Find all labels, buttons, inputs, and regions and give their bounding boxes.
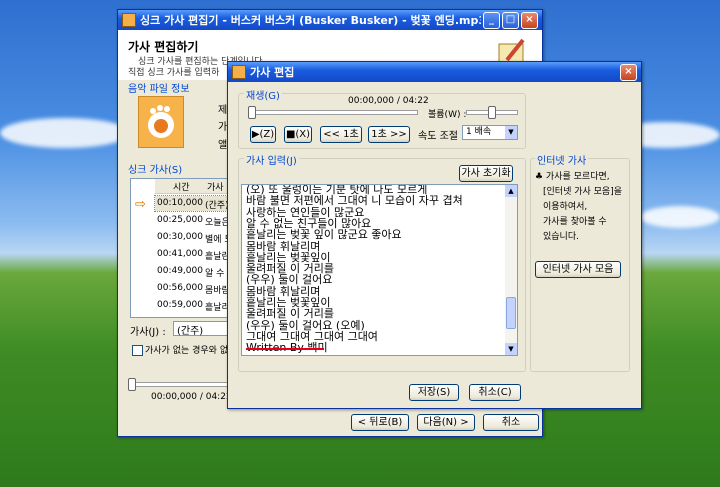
playback-time-readout: 00:00,000 / 04:22 [348, 96, 429, 106]
table-row[interactable]: 00:10,000 (간주) [154, 195, 232, 212]
row-time: 00:49,000 [157, 266, 203, 276]
time-readout: 00:00,000 / 04:22 [151, 392, 232, 402]
speed-select[interactable]: 1 배속 ▼ [462, 125, 518, 140]
stop-button[interactable]: ■(X) [284, 126, 312, 143]
row-time: 00:41,000 [157, 249, 203, 259]
table-row[interactable]: 00:25,000 오늘은 [155, 213, 231, 228]
lyrics-edit-dialog: 가사 편집 × 재생(G) 00:00,000 / 04:22 볼륨(W) : … [227, 61, 642, 409]
table-row[interactable]: 00:41,000 흩날린 [155, 247, 231, 262]
lyric-field-input[interactable]: (간주) [173, 321, 233, 337]
current-row-arrow-icon: ⇨ [135, 197, 146, 212]
minimize-icon[interactable]: _ [483, 11, 500, 29]
speed-select-value: 1 배속 [466, 127, 492, 137]
close-icon[interactable]: × [620, 63, 637, 81]
forward-1s-button[interactable]: 1초 >> [368, 126, 410, 143]
internet-lyrics-description: [인터넷 가사 모음]을 [543, 187, 622, 197]
back-button[interactable]: < 뒤로(B) [351, 414, 409, 431]
speed-label: 속도 조절 : [418, 131, 465, 142]
app-icon [122, 13, 136, 27]
next-button[interactable]: 다음(N) > [417, 414, 475, 431]
no-lyrics-checkbox[interactable] [132, 345, 143, 356]
footprint-icon [148, 105, 174, 138]
play-button[interactable]: ▶(Z) [250, 126, 276, 143]
internet-lyrics-description: ♣ 가사를 모르다면, [535, 172, 610, 182]
music-info-label: 음악 파일 정보 [128, 84, 190, 95]
sync-lyrics-table[interactable]: 시간 가사 ⇨ 00:10,000 (간주) 00:25,000 오늘은 00:30,0… [130, 178, 236, 318]
maximize-icon[interactable]: □ [502, 11, 519, 29]
cloud [0, 118, 130, 148]
sync-lyrics-label: 싱크 가사(S) [128, 165, 183, 176]
lyric-field-label: 가사(J) : [130, 327, 166, 338]
lyric-column-header: 가사 [207, 183, 224, 193]
internet-lyrics-description: 가사를 찾아볼 수 [543, 217, 607, 227]
row-time: 00:25,000 [157, 215, 203, 225]
internet-lyrics-description: 이용하여서, [543, 202, 588, 212]
title-info-label: 제 [218, 105, 228, 116]
red-underline-annotation [246, 348, 324, 350]
dialog-title: 가사 편집 [250, 66, 295, 79]
window-title: 싱크 가사 편집기 - 버스커 버스커 (Busker Busker) - 벚꽃… [140, 14, 481, 27]
lyric-textarea[interactable]: (오) 또 울렁이는 기분 탓에 나도 모르게 바람 불면 저편에서 그대여 니 … [241, 184, 518, 356]
chevron-down-icon[interactable]: ▼ [505, 126, 517, 139]
lyric-line: 흩날리는 벚꽃 잎이 많군요 좋아요 [246, 228, 402, 242]
lyric-line: 울려퍼질 이 거리를 [246, 307, 334, 321]
volume-thumb[interactable] [488, 106, 496, 119]
row-time: 00:10,000 [157, 198, 203, 208]
lyric-input-group-label: 가사 입력(J) [244, 152, 299, 167]
scroll-down-icon[interactable]: ▼ [505, 343, 517, 355]
lyric-line: 바람 불면 저편에서 그대여 니 모습이 자꾸 겹쳐 [246, 194, 463, 208]
cancel-button[interactable]: 취소 [483, 414, 539, 431]
row-time: 00:59,000 [157, 300, 203, 310]
dialog-titlebar: 가사 편집 × [228, 62, 641, 82]
window-titlebar: 싱크 가사 편집기 - 버스커 버스커 (Busker Busker) - 벚꽃… [118, 10, 542, 30]
wizard-heading: 가사 편집하기 [128, 40, 199, 54]
time-column-header: 시간 [173, 183, 190, 193]
dialog-cancel-button[interactable]: 취소(C) [469, 384, 521, 401]
row-time: 00:56,000 [157, 283, 203, 293]
internet-lyrics-group-label: 인터넷 가사 [535, 152, 589, 167]
table-row[interactable]: 00:56,000 몸바람 [155, 281, 231, 296]
album-art [138, 96, 184, 148]
playback-seek-thumb[interactable] [248, 106, 256, 119]
seek-track[interactable] [130, 382, 232, 387]
internet-lyrics-description: 있습니다. [543, 232, 579, 242]
table-row[interactable]: 00:59,000 흩날리 [155, 298, 231, 313]
table-row[interactable]: 00:49,000 알 수 없 [155, 264, 236, 279]
internet-lyrics-collection-button[interactable]: 인터넷 가사 모음 [535, 261, 621, 278]
close-icon[interactable]: × [521, 11, 538, 29]
album-info-label: 앨 [218, 140, 228, 151]
playback-seek-track[interactable] [250, 110, 418, 115]
row-lyric: (간주) [205, 201, 229, 211]
lyric-scrollbar[interactable]: ▲ ▼ [505, 185, 517, 355]
table-header: 시간 가사 [155, 179, 231, 194]
playback-group-label: 재생(G) [244, 87, 282, 102]
wizard-subtitle-2: 직접 싱크 가사를 입력하 [128, 68, 220, 78]
seek-thumb[interactable] [128, 378, 136, 391]
save-button[interactable]: 저장(S) [409, 384, 459, 401]
volume-label: 볼륨(W) : [428, 110, 467, 120]
scroll-up-icon[interactable]: ▲ [505, 185, 517, 197]
artist-info-label: 가 [218, 122, 228, 133]
reset-lyrics-button[interactable]: 가사 초기화 [459, 165, 513, 182]
scroll-thumb[interactable] [506, 297, 516, 329]
table-row[interactable]: 00:30,000 별에 드 [155, 230, 233, 245]
app-icon [232, 65, 246, 79]
row-time: 00:30,000 [157, 232, 203, 242]
rewind-1s-button[interactable]: << 1초 [320, 126, 362, 143]
lyric-line: (우우) 둘이 걸어요 [246, 273, 333, 287]
cloud [640, 206, 720, 228]
no-lyrics-checkbox-label: 가사가 없는 경우와 없 [145, 346, 229, 356]
